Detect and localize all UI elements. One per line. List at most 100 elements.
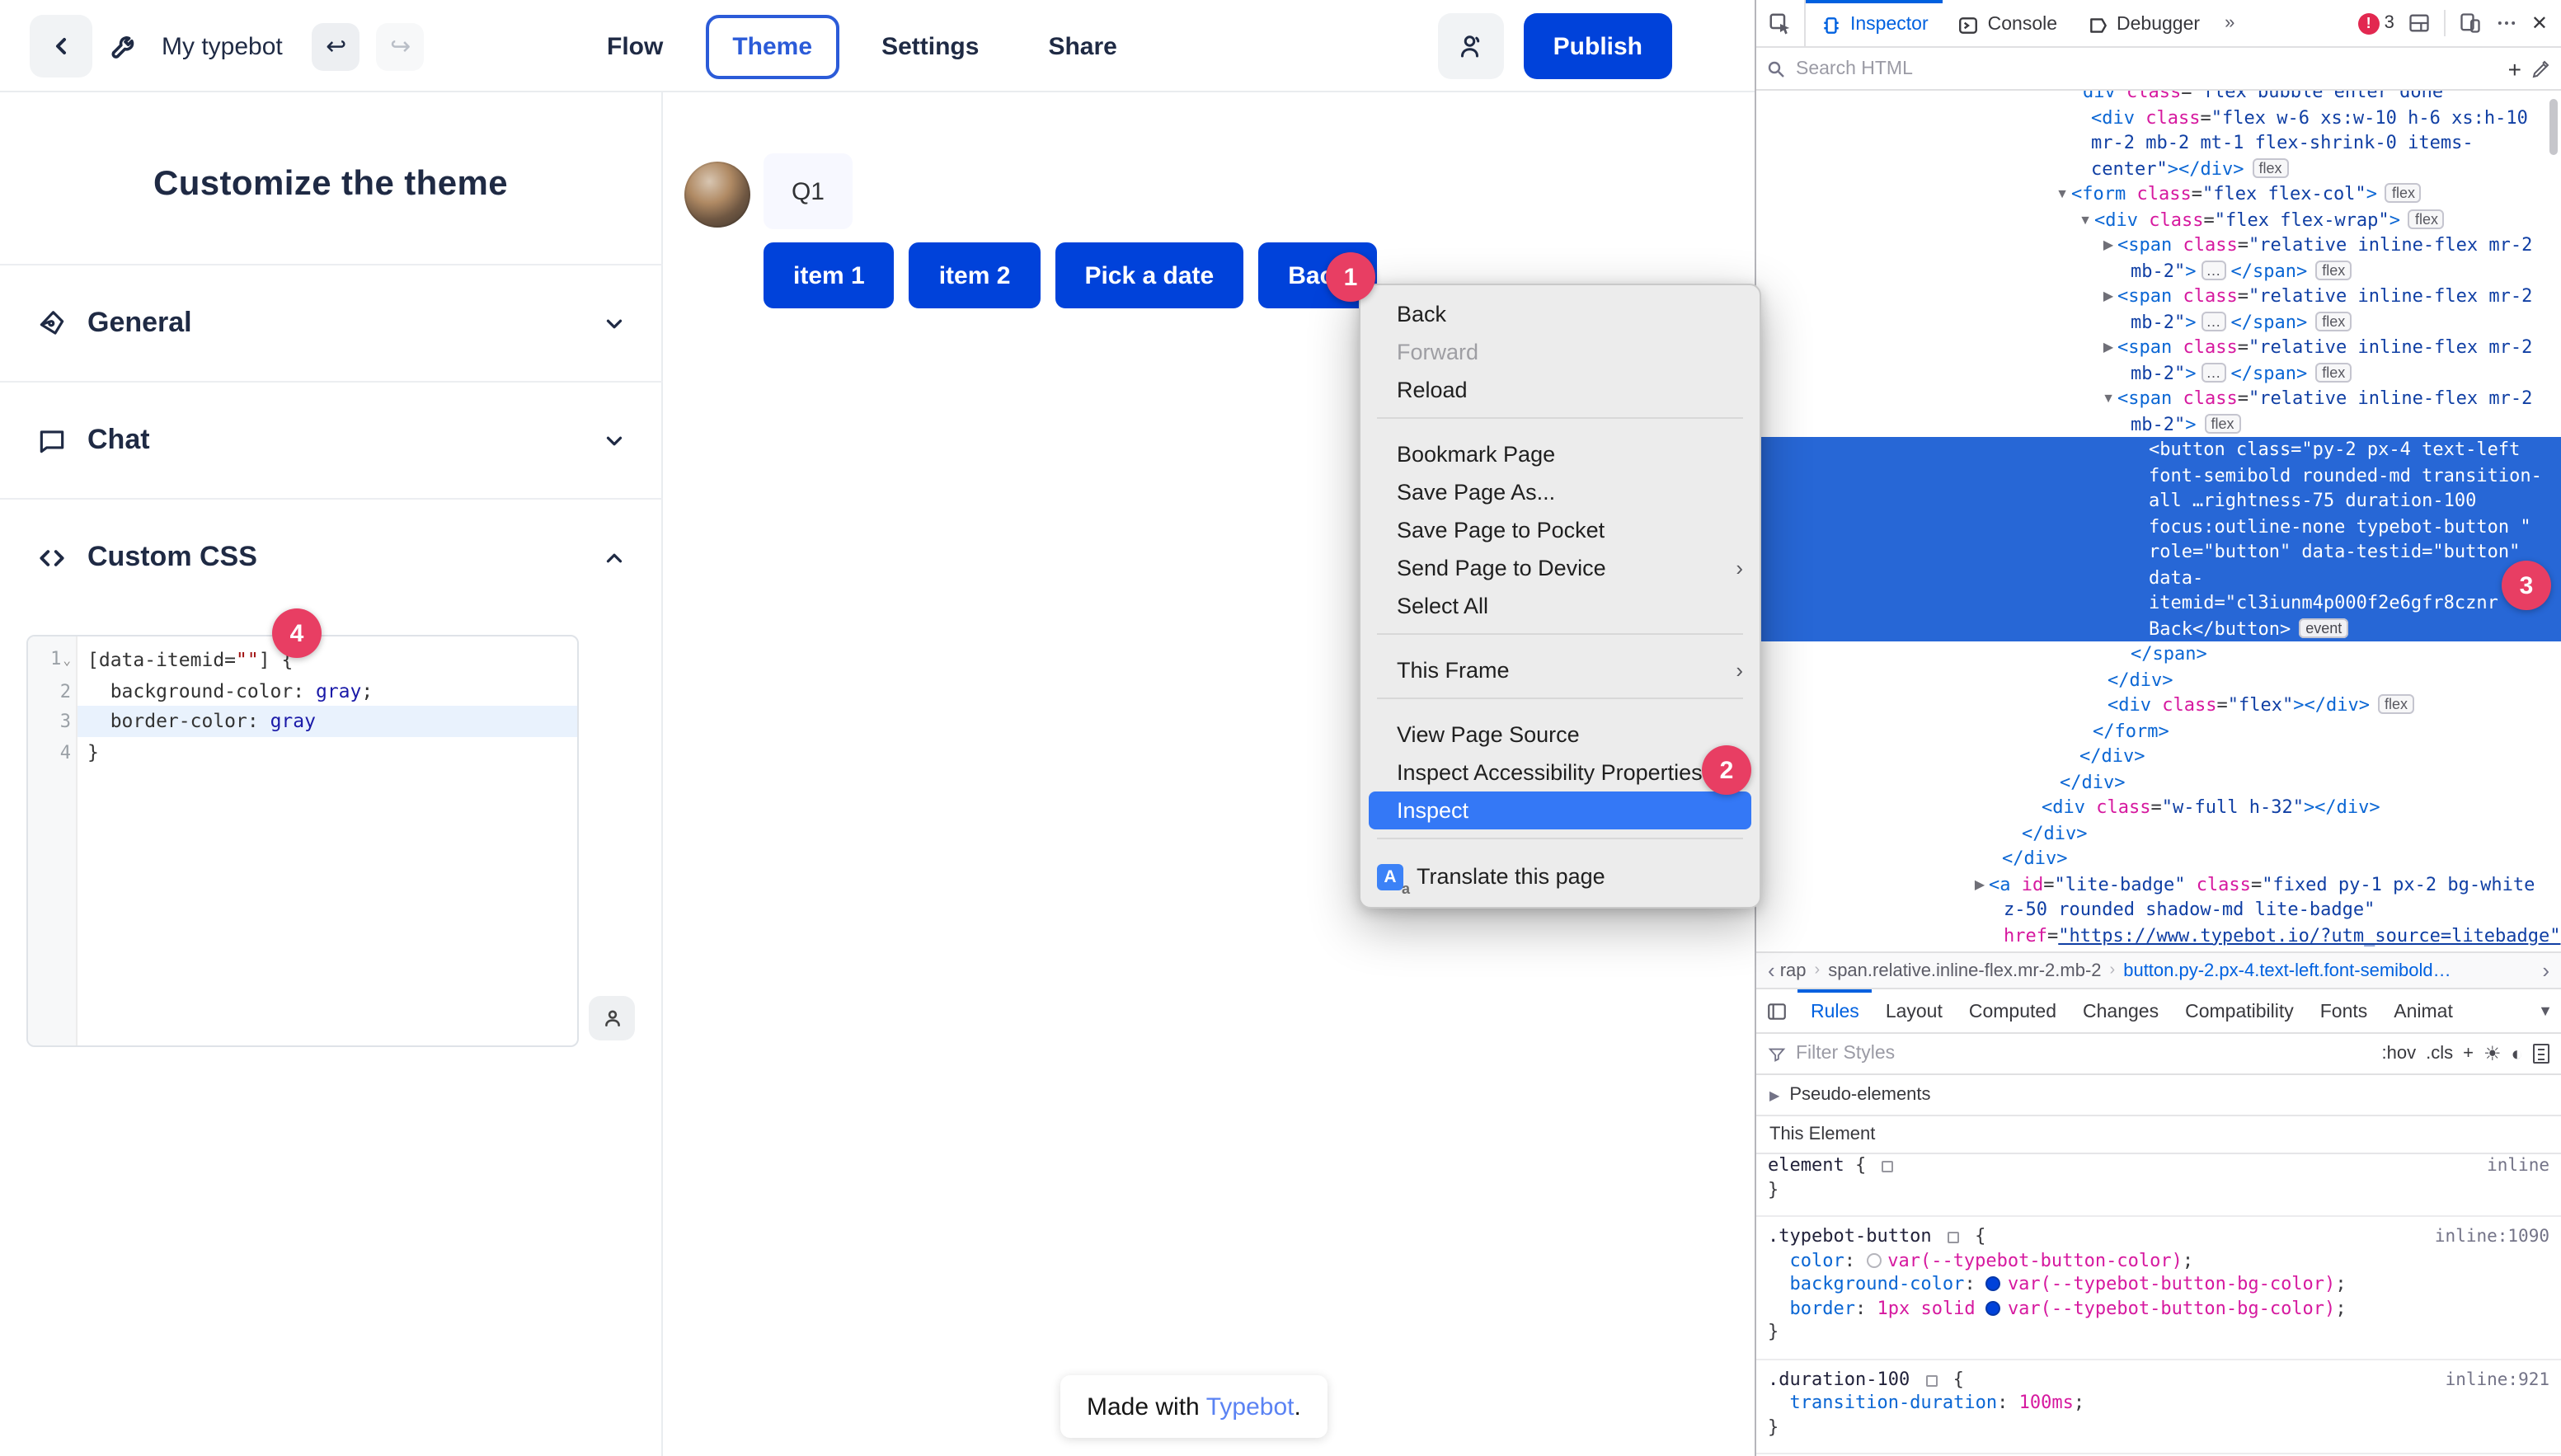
filter-styles-input[interactable]: Filter Styles (1796, 1044, 2372, 1064)
rule-line[interactable]: inline:1090.typebot-button { (1756, 1225, 2561, 1249)
tab-animations[interactable]: Animat (2380, 989, 2466, 1032)
tree-line[interactable]: all …rightness-75 duration-100 (1756, 488, 2561, 514)
tree-line[interactable]: mb-2">…</span>flex (1756, 309, 2561, 335)
tree-line[interactable]: mb-2">…</span>flex (1756, 360, 2561, 386)
section-chat[interactable]: Chat (0, 381, 663, 498)
tab-layout[interactable]: Layout (1873, 989, 1956, 1032)
back-button[interactable] (30, 15, 92, 77)
tree-line[interactable]: itemid="cl3iunm4p000f2e6gfr8cznr (1756, 590, 2561, 616)
publish-button[interactable]: Publish (1524, 13, 1672, 79)
breadcrumb-item[interactable]: rap (1780, 960, 1807, 980)
tree-line[interactable]: role="button" data-testid="button" (1756, 539, 2561, 565)
pseudo-elements-row[interactable]: ▶ Pseudo-elements (1756, 1075, 2561, 1116)
tree-line[interactable]: ▶<a id="lite-badge" class="fixed py-1 px… (1756, 871, 2561, 897)
split-console-icon[interactable] (2408, 12, 2431, 35)
tree-line[interactable]: ▶<span class="relative inline-flex mr-2 (1756, 335, 2561, 360)
choice-button-item1[interactable]: item 1 (764, 242, 895, 308)
tab-theme[interactable]: Theme (706, 14, 839, 78)
breadcrumb-item-selected[interactable]: button.py-2.px-4.text-left.font-semibold… (2123, 960, 2451, 980)
tree-line[interactable]: ▶<span class="relative inline-flex mr-2 (1756, 284, 2561, 309)
code-line[interactable]: [data-itemid=""] { (78, 645, 577, 675)
rule-line[interactable] (1756, 1440, 2561, 1454)
rule-line[interactable]: color: var(--typebot-button-color); (1756, 1249, 2561, 1273)
rule-line[interactable]: } (1756, 1416, 2561, 1440)
context-menu-item[interactable]: Save Page to Pocket (1360, 511, 1760, 549)
rule-line[interactable] (1756, 1202, 2561, 1217)
tree-line[interactable]: ▼<form class="flex flex-col">flex (1756, 181, 2561, 207)
tree-line[interactable]: z-50 rounded shadow-md lite-badge" (1756, 897, 2561, 923)
tree-line[interactable]: ▼<div class="flex flex-wrap">flex (1756, 207, 2561, 232)
close-devtools-icon[interactable]: ✕ (2531, 12, 2548, 35)
choice-button-item2[interactable]: item 2 (909, 242, 1041, 308)
made-with-brand-link[interactable]: Typebot (1206, 1393, 1295, 1421)
more-tabs-button[interactable]: » (2215, 0, 2243, 46)
guest-preview-button[interactable] (589, 996, 635, 1040)
context-menu-item[interactable] (1360, 697, 1760, 716)
tree-line[interactable]: <div class="flex"></div>flex (1756, 693, 2561, 718)
rule-line[interactable]: background-color: var(--typebot-button-b… (1756, 1273, 2561, 1297)
rule-line[interactable]: inlineelement { (1756, 1154, 2561, 1178)
tree-line[interactable]: mr-2 mb-2 mt-1 flex-shrink-0 items- (1756, 130, 2561, 156)
rule-line[interactable]: transition-duration: 100ms; (1756, 1392, 2561, 1416)
tab-computed[interactable]: Computed (1956, 989, 2070, 1032)
class-toggle[interactable]: .cls (2426, 1044, 2453, 1064)
collaborators-button[interactable] (1438, 13, 1504, 79)
html-tree[interactable]: div class="flex bubble enter done"<div c… (1756, 91, 2561, 951)
meatball-menu-icon[interactable] (2495, 12, 2518, 35)
tab-compatibility[interactable]: Compatibility (2172, 989, 2307, 1032)
tab-rules[interactable]: Rules (1797, 989, 1873, 1032)
context-menu-item[interactable] (1360, 838, 1760, 856)
tree-line[interactable]: Back</button>event (1756, 616, 2561, 641)
tab-share[interactable]: Share (1022, 14, 1143, 78)
search-html-input[interactable]: Search HTML (1796, 59, 2498, 78)
context-menu-item[interactable]: This Frame › (1360, 651, 1760, 689)
typebot-title[interactable]: My typebot (162, 32, 283, 60)
context-menu-item[interactable]: Inspect (1369, 791, 1751, 829)
context-menu-item[interactable]: Reload (1360, 371, 1760, 409)
context-menu-item[interactable]: View Page Source (1360, 716, 1760, 754)
tree-line[interactable]: ▼<span class="relative inline-flex mr-2 (1756, 386, 2561, 411)
tree-line[interactable]: mb-2">flex (1756, 411, 2561, 437)
custom-css-editor[interactable]: 1⌄234 [data-itemid=""] { background-colo… (26, 635, 579, 1047)
responsive-mode-icon[interactable] (2459, 12, 2482, 35)
tree-line[interactable]: mb-2">…</span>flex (1756, 258, 2561, 284)
tree-line[interactable]: ▶<span class="relative inline-flex mr-2 (1756, 232, 2561, 258)
tree-line[interactable]: center"></div>flex (1756, 156, 2561, 181)
print-media-icon[interactable] (2533, 1044, 2549, 1064)
rule-line[interactable]: } (1756, 1321, 2561, 1345)
color-scheme-icon[interactable]: ◐ (2512, 1042, 2524, 1065)
rule-line[interactable]: } (1756, 1178, 2561, 1202)
tree-line[interactable]: </div> (1756, 667, 2561, 693)
eyedropper-icon[interactable] (2531, 59, 2551, 78)
breadcrumb-item[interactable]: span.relative.inline-flex.mr-2.mb-2 (1828, 960, 2101, 980)
add-rule-button[interactable]: + (2463, 1044, 2474, 1064)
editor-code[interactable]: [data-itemid=""] { background-color: gra… (78, 636, 577, 1045)
choice-button-pick-a-date[interactable]: Pick a date (1055, 242, 1243, 308)
tree-line[interactable]: data- (1756, 565, 2561, 590)
context-menu-item[interactable]: Save Page As... (1360, 473, 1760, 511)
redo-button[interactable]: ↪ (377, 22, 425, 70)
rule-line[interactable] (1756, 1345, 2561, 1360)
devtools-tab-debugger[interactable]: Debugger (2072, 0, 2215, 46)
tree-line[interactable]: </span> (1756, 641, 2561, 667)
breadcrumb-forward-arrow[interactable]: › (2537, 958, 2554, 983)
tree-line[interactable]: <div class="flex w-6 xs:w-10 h-6 xs:h-10 (1756, 105, 2561, 130)
tree-line[interactable]: <div class="w-full h-32"></div> (1756, 795, 2561, 820)
code-line[interactable]: border-color: gray (78, 706, 577, 736)
undo-button[interactable]: ↩ (312, 22, 360, 70)
tab-changes[interactable]: Changes (2070, 989, 2172, 1032)
made-with-badge[interactable]: Made with Typebot . (1060, 1375, 1327, 1438)
tree-line[interactable]: focus:outline-none typebot-button " (1756, 514, 2561, 539)
tree-line[interactable]: </div> (1756, 769, 2561, 795)
section-general[interactable]: General (0, 264, 663, 381)
hover-pseudo-toggle[interactable]: :hov (2382, 1044, 2417, 1064)
context-menu-item[interactable]: Inspect Accessibility Properties (1360, 754, 1760, 791)
tree-line[interactable]: <button class="py-2 px-4 text-left (1756, 437, 2561, 463)
rule-line[interactable]: border: 1px solid var(--typebot-button-b… (1756, 1297, 2561, 1321)
tree-line[interactable]: </div> (1756, 820, 2561, 846)
tree-line[interactable]: </form> (1756, 718, 2561, 744)
tab-settings[interactable]: Settings (855, 14, 1005, 78)
tree-line[interactable]: font-semibold rounded-md transition- (1756, 463, 2561, 488)
scrollbar-thumb[interactable] (2549, 99, 2558, 155)
rules-list[interactable]: inlineelement { } inline:1090.typebot-but… (1756, 1154, 2561, 1456)
